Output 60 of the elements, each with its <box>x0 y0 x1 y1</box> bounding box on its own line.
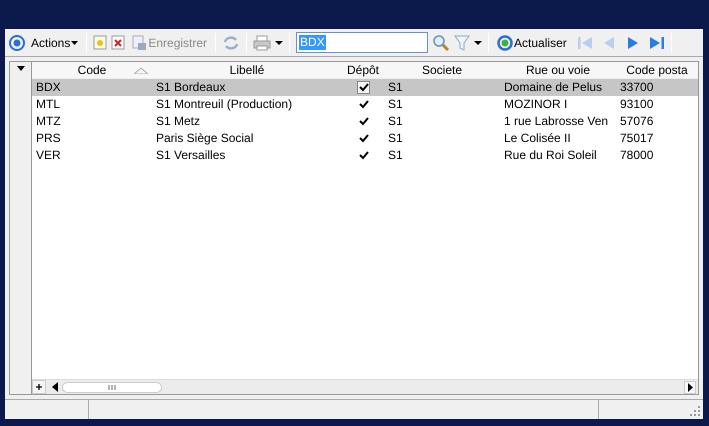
table-cell-text: 78000 <box>619 147 654 164</box>
table-cell-text: S1 Versailles <box>155 147 226 164</box>
table-cell-text: 93100 <box>619 96 654 113</box>
add-row-button[interactable]: + <box>32 380 46 394</box>
table-row[interactable]: BDX S1 Bordeaux S1 Domaine de Pelus 33700 <box>32 79 698 96</box>
column-header[interactable]: Code posta <box>616 62 698 78</box>
table-cell-text: Domaine de Pelus <box>503 79 604 96</box>
table-row[interactable]: VER S1 Versailles S1 Rue du Roi Soleil 78000 <box>32 147 698 164</box>
checkmark-icon[interactable] <box>358 82 368 93</box>
column-header[interactable]: Libellé <box>152 62 342 78</box>
column-header[interactable]: Rue ou voie <box>500 62 616 78</box>
search-text: BDX <box>299 35 326 50</box>
column-header[interactable]: Societe <box>384 62 500 78</box>
dropdown-arrow-icon[interactable] <box>16 66 24 71</box>
table-cell-text: PRS <box>35 130 62 147</box>
checkmark-icon[interactable] <box>358 99 368 110</box>
table-cell-text: BDX <box>35 79 62 96</box>
scrollbar-thumb[interactable] <box>62 382 162 392</box>
caret-icon[interactable] <box>275 40 284 44</box>
table-cell-text: S1 <box>387 79 404 96</box>
table-cell-text: Le Colisée II <box>503 130 572 147</box>
scroll-right-icon[interactable] <box>684 380 696 394</box>
table-cell-text: S1 <box>387 130 404 147</box>
save-icon <box>131 34 148 50</box>
delete-icon[interactable] <box>111 35 126 50</box>
table-cell-text: 33700 <box>619 79 654 96</box>
table-cell-text: Rue du Roi Soleil <box>503 147 598 164</box>
column-header[interactable]: Dépôt <box>342 62 384 78</box>
table-cell-text: 57076 <box>619 113 654 130</box>
table-cell-text: S1 <box>387 113 404 130</box>
search-icon[interactable] <box>432 34 450 52</box>
checkmark-icon[interactable] <box>358 150 368 161</box>
checkmark-icon[interactable] <box>358 116 368 127</box>
table-cell-text: S1 Metz <box>155 113 202 130</box>
target-icon[interactable] <box>9 34 25 50</box>
table-cell-text: S1 <box>387 147 404 164</box>
table-cell-text: 1 rue Labrosse Ven <box>503 113 610 130</box>
new-document-icon[interactable] <box>93 35 108 50</box>
table-cell-text: MTZ <box>35 113 62 130</box>
scroll-left-icon[interactable] <box>50 381 60 393</box>
table-cell-text: S1 Montreuil (Production) <box>155 96 294 113</box>
table-cell-text: MOZINOR I <box>503 96 568 113</box>
table-cell-text: VER <box>35 147 62 164</box>
last-record-icon[interactable] <box>648 34 665 50</box>
table-row[interactable]: MTL S1 Montreuil (Production) S1 MOZINOR I 93100 <box>32 96 698 113</box>
resize-grip-icon[interactable] <box>690 406 700 416</box>
reload-icon <box>497 34 514 50</box>
table-cell-text: Paris Siège Social <box>155 130 254 147</box>
table-row[interactable]: MTZ S1 Metz S1 1 rue Labrosse Ven 57076 <box>32 113 698 130</box>
table-cell-text: MTL <box>35 96 61 113</box>
table-cell-text: S1 <box>387 96 404 113</box>
column-header[interactable]: Code <box>32 62 152 78</box>
refresh-button[interactable]: Actualiser <box>495 32 569 54</box>
checkmark-icon[interactable] <box>358 133 368 144</box>
table-row[interactable]: PRS Paris Siège Social S1 Le Colisée II 75017 <box>32 130 698 147</box>
actions-menu[interactable]: Actions <box>29 32 80 54</box>
table-cell-text: S1 Bordeaux <box>155 79 226 96</box>
table-cell-text: 75017 <box>619 130 654 147</box>
caret-icon[interactable] <box>474 40 482 44</box>
caret-icon <box>71 40 78 44</box>
